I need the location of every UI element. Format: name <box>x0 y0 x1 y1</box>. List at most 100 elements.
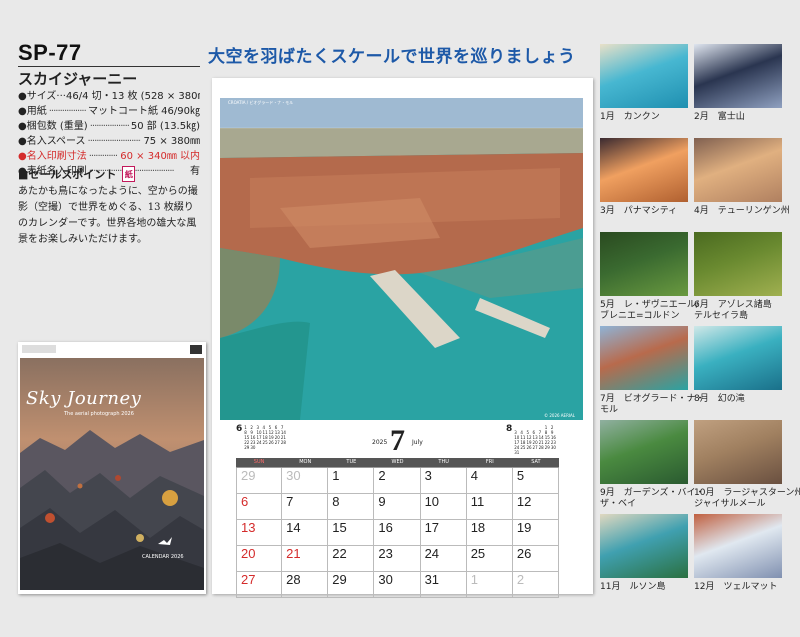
day-cell: 30 <box>374 572 421 598</box>
spec-leader <box>89 149 119 164</box>
month-thumbnail <box>600 420 688 484</box>
product-code: SP-77 <box>18 40 82 65</box>
weekday-label: THU <box>438 459 449 465</box>
day-number: 29 <box>241 468 256 483</box>
calendar-photo: CROATIA / ビオグラード・ナ・モル © 2026 AERIAL <box>220 98 583 420</box>
day-cell: 4 <box>466 468 513 494</box>
day-cell: 21 <box>282 546 329 572</box>
mini-month-next: 8 <box>506 424 513 434</box>
cover-subtitle: The aerial photograph 2026 <box>64 411 134 417</box>
day-cell: 3 <box>420 468 467 494</box>
mini-day: 29 <box>244 445 250 450</box>
weekday-label: TUE <box>346 459 357 465</box>
spec-label: ●梱包数 (重量) <box>18 121 88 132</box>
aerial-town-photo <box>220 98 583 420</box>
month-thumbnail <box>694 514 782 578</box>
calendar-cover: Sky Journey The aerial photograph 2026 C… <box>18 342 206 594</box>
day-cell: 22 <box>328 546 375 572</box>
weekday-header: SUN MON TUE WED THU FRI SAT <box>236 458 559 467</box>
day-number: 28 <box>286 572 301 587</box>
cover-footer: CALENDAR 2026 <box>142 554 184 560</box>
divider <box>18 66 200 67</box>
day-cell: 10 <box>420 494 467 520</box>
day-number: 6 <box>241 494 249 509</box>
day-cell: 1 <box>328 468 375 494</box>
mini-day: 27 <box>274 440 280 445</box>
day-number: 14 <box>286 520 301 535</box>
day-cell: 6 <box>236 494 283 520</box>
month-thumbnail <box>694 138 782 202</box>
day-number: 3 <box>424 468 432 483</box>
day-number: 11 <box>470 494 485 509</box>
spec-label: ●サイズ··· <box>18 91 66 102</box>
day-cell: 31 <box>420 572 467 598</box>
month-thumbnail <box>600 326 688 390</box>
day-number: 18 <box>470 520 486 535</box>
spec-value: 60 × 340㎜ 以内 <box>120 151 200 162</box>
spec-value: 46/4 切・13 枚 (528 × 380㎜) <box>65 91 200 102</box>
day-number: 26 <box>516 546 532 561</box>
mini-day: 29 <box>544 445 550 450</box>
day-cell: 27 <box>236 572 283 598</box>
day-cell: 26 <box>512 546 559 572</box>
day-cell: 19 <box>512 520 559 546</box>
mini-day: 28 <box>280 440 286 445</box>
mini-day: 24 <box>256 440 262 445</box>
day-cell: 15 <box>328 520 375 546</box>
month-thumbnail-label: 6月 アゾレス諸島 テルセイラ島 <box>694 300 772 321</box>
month-thumbnail <box>694 420 782 484</box>
month-thumbnail-label: 1月 カンクン <box>600 112 660 122</box>
spec-row: ●梱包数 (重量) 50 部 (13.5㎏) <box>18 119 200 134</box>
mini-month-prev: 6 <box>236 424 243 434</box>
month-thumbnail <box>694 44 782 108</box>
month-thumbnail-label: 12月 ツェルマット <box>694 582 778 592</box>
month-thumbnail-label: 9月 ガーデンズ・バイ・ ザ・ベイ <box>600 488 705 509</box>
mini-day: 30 <box>250 445 256 450</box>
mini-grid-next: 1 2 3 4 5 6 7 8 9 10 11 12 13 14 15 16 17 18 19 20 21 22 23 24 2… <box>514 425 556 455</box>
month-thumbnail <box>600 232 688 296</box>
headline: 大空を羽ばたくスケールで世界を巡りましょう <box>208 47 576 67</box>
day-cell: 2 <box>374 468 421 494</box>
day-number: 9 <box>378 494 386 509</box>
day-number: 24 <box>424 546 440 561</box>
day-cell: 23 <box>374 546 421 572</box>
day-number: 31 <box>424 572 440 587</box>
weekday-label: SUN <box>253 459 265 465</box>
mini-grid-prev: 1 2 3 4 5 6 7 8 9 10 11 12 13 14 15 16 17 18 19 20 21 22 23 24 2… <box>244 425 286 450</box>
day-number: 23 <box>378 546 393 561</box>
day-number: 30 <box>378 572 393 587</box>
month-thumbnail-label: 5月 レ・ザヴニエール/ ブレニエ=コルドン <box>600 300 699 321</box>
spec-row: ●サイズ··· 46/4 切・13 枚 (528 × 380㎜) <box>18 89 200 104</box>
day-number: 20 <box>241 546 256 561</box>
cover-logo <box>22 345 56 353</box>
day-number: 25 <box>470 546 486 561</box>
day-cell: 9 <box>374 494 421 520</box>
spec-row: ●名入スペース 75 × 380㎜ <box>18 134 200 149</box>
cover-mark <box>190 345 202 354</box>
spec-row: ●用紙 マットコート紙 46/90㎏ <box>18 104 200 119</box>
month-thumbnail-label: 4月 テューリンゲン州 <box>694 206 790 216</box>
month-thumbnail <box>694 232 782 296</box>
cover-photo: Sky Journey The aerial photograph 2026 C… <box>20 358 204 590</box>
day-number: 16 <box>378 520 393 535</box>
day-cell: 1 <box>466 572 513 598</box>
day-number: 2 <box>378 468 386 483</box>
day-number: 10 <box>424 494 440 509</box>
photo-credit: © 2026 AERIAL <box>544 413 575 418</box>
mini-calendar-next: 8 1 2 3 4 5 6 7 8 9 10 11 12 13 14 15 16 17 18 19 20 21 22 23 2… <box>506 424 556 456</box>
calendar-year: 2025 <box>372 439 388 446</box>
day-cell: 29 <box>328 572 375 598</box>
day-number: 29 <box>332 572 347 587</box>
day-cell: 18 <box>466 520 513 546</box>
spec-label: ●名入スペース <box>18 136 86 147</box>
mini-day: 25 <box>520 445 526 450</box>
day-number: 19 <box>516 520 532 535</box>
month-thumbnail-label: 3月 パナマシティ <box>600 206 678 216</box>
day-cell: 30 <box>282 468 329 494</box>
day-number: 30 <box>286 468 301 483</box>
month-thumbnail <box>694 326 782 390</box>
month-thumbnail <box>600 138 688 202</box>
spec-leader <box>88 134 142 149</box>
day-cell: 28 <box>282 572 329 598</box>
month-thumbnail-label: 11月 ルソン島 <box>600 582 666 592</box>
